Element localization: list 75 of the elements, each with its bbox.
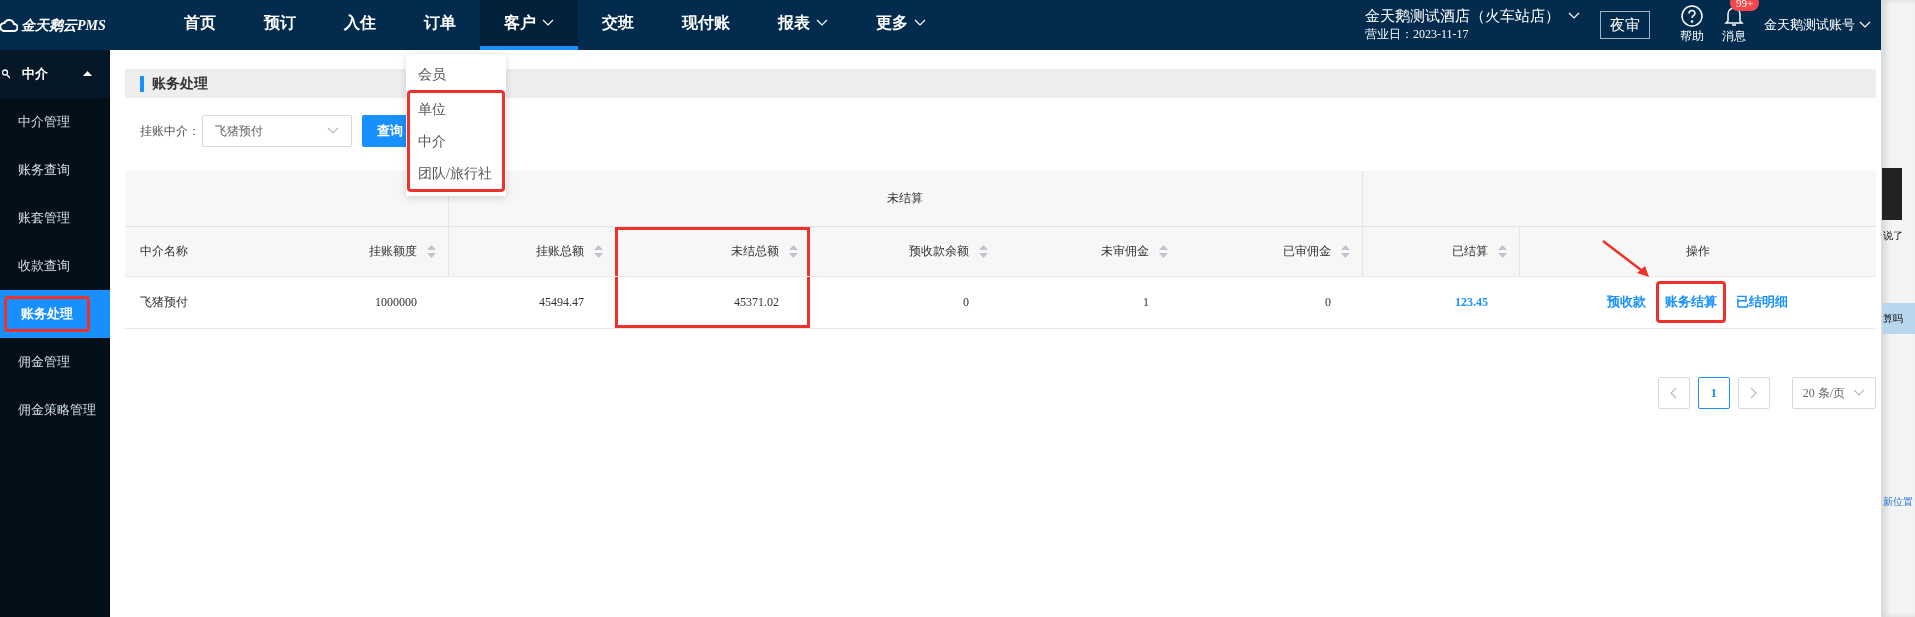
chevron-down-icon <box>542 19 554 27</box>
table-cell: 飞猪预付 <box>125 276 290 328</box>
title-accent <box>140 75 144 92</box>
chevron-down-icon <box>1568 12 1580 20</box>
chevron-down-icon <box>914 19 926 27</box>
sidebar-item[interactable]: 账务查询 <box>0 146 110 194</box>
sidebar-group-header[interactable]: 中介 <box>0 50 110 98</box>
table-cell: 1 <box>1000 276 1180 328</box>
table-cell: 1000000 <box>290 276 448 328</box>
night-audit-button[interactable]: 夜审 <box>1600 11 1650 39</box>
chevron-down-icon <box>816 19 828 27</box>
dropdown-item[interactable]: 团队/旅行社 <box>410 157 502 189</box>
sort-icon[interactable] <box>1340 244 1350 258</box>
nav-tab[interactable]: 首页 <box>160 0 240 50</box>
filter-label: 挂账中介： <box>140 123 200 140</box>
nav-tab[interactable]: 更多 <box>852 0 950 50</box>
chevron-right-icon <box>1750 386 1758 399</box>
nav-tab[interactable]: 订单 <box>400 0 480 50</box>
nav-tab[interactable]: 现付账 <box>658 0 754 50</box>
nav-tab[interactable]: 入住 <box>320 0 400 50</box>
nav-tab[interactable]: 交班 <box>578 0 658 50</box>
sort-icon[interactable] <box>1497 244 1507 258</box>
column-header[interactable]: 挂账总额 <box>448 226 615 276</box>
sidebar-item[interactable]: 佣金策略管理 <box>0 386 110 434</box>
next-page-button[interactable] <box>1737 376 1770 409</box>
table-cell: 0 <box>810 276 1000 328</box>
photo-placeholder <box>1882 168 1902 220</box>
sort-icon[interactable] <box>979 244 988 258</box>
page-title: 账务处理 <box>152 75 208 93</box>
column-header: 中介名称 <box>125 226 290 276</box>
column-header[interactable]: 未结总额 <box>615 226 810 276</box>
nav-tab[interactable]: 客户 <box>480 0 578 50</box>
hotel-name[interactable]: 金天鹅测试酒店（火车站店） <box>1365 7 1560 25</box>
chevron-down-icon <box>327 127 339 135</box>
column-header[interactable]: 挂账额度 <box>290 226 448 276</box>
column-header[interactable]: 未审佣金 <box>1000 226 1180 276</box>
messages-label[interactable]: 消息 <box>1722 27 1746 45</box>
agency-select[interactable]: 飞猪预付 <box>202 115 352 147</box>
sidebar-item[interactable]: 中介管理 <box>0 98 110 146</box>
nav-tab[interactable]: 报表 <box>754 0 852 50</box>
chevron-down-icon <box>1853 388 1865 397</box>
cloud-logo-icon <box>0 18 18 32</box>
cut-off-text: 新位置 <box>1882 495 1914 509</box>
sidebar-item[interactable]: 佣金管理 <box>0 338 110 386</box>
sort-icon[interactable] <box>594 244 603 258</box>
sidebar-item[interactable]: 账套管理 <box>0 194 110 242</box>
table-cell: 0 <box>1180 276 1363 328</box>
cut-off-text: 算吗 <box>1882 303 1915 334</box>
chevron-left-icon <box>1670 386 1678 399</box>
sort-icon[interactable] <box>426 244 436 258</box>
nav-tab[interactable]: 预订 <box>240 0 320 50</box>
table-cell: 45494.47 <box>448 276 615 328</box>
column-header[interactable]: 预收款余额 <box>810 226 1000 276</box>
bell-icon[interactable] <box>1724 5 1744 27</box>
cut-off-text: 说了 <box>1882 229 1904 243</box>
column-header[interactable]: 已审佣金 <box>1180 226 1363 276</box>
chevron-down-icon <box>1859 21 1871 29</box>
business-date: 营业日：2023-11-17 <box>1365 26 1470 43</box>
sidebar-group-label: 中介 <box>22 65 49 84</box>
table-cell: 45371.02 <box>615 276 810 328</box>
page-size-select[interactable]: 20 条/页 <box>1791 376 1876 409</box>
annotation-arrow <box>1601 239 1652 280</box>
logo-text: 金天鹅云PMS <box>21 16 106 35</box>
dropdown-item[interactable]: 会员 <box>406 58 506 90</box>
caret-up-icon <box>83 71 92 77</box>
previous-page-button[interactable] <box>1657 376 1690 409</box>
account-name[interactable]: 金天鹅测试账号 <box>1764 15 1855 35</box>
help-label[interactable]: 帮助 <box>1680 27 1704 45</box>
sort-icon[interactable] <box>1159 244 1168 258</box>
help-icon[interactable] <box>1681 5 1703 27</box>
sort-icon[interactable] <box>789 244 798 258</box>
column-header[interactable]: 已结算 <box>1362 226 1520 276</box>
sidebar-item[interactable]: 收款查询 <box>0 242 110 290</box>
notification-badge: 99+ <box>1730 0 1760 11</box>
column-header: 操作 <box>1684 243 1711 260</box>
